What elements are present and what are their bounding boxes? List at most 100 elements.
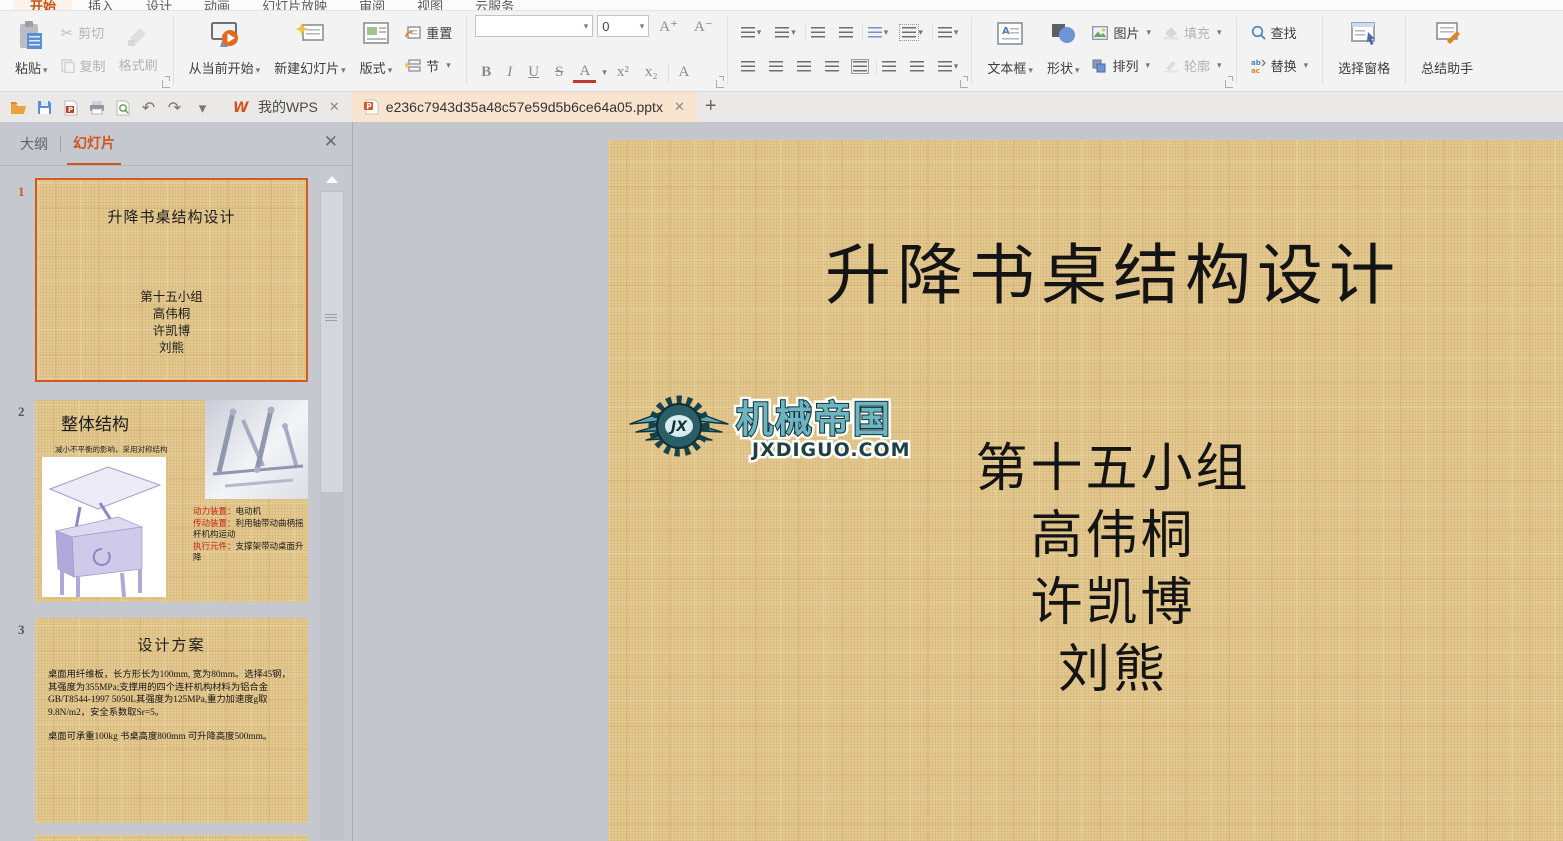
text-direction-button[interactable]: ▾ [862,24,894,41]
increase-indent-button[interactable] [834,24,858,41]
play-from-current-button[interactable]: 从当前开始▾ [182,17,268,81]
dropdown-arrow-icon: ▾ [341,65,346,75]
tab-cloud[interactable]: 云服务 [459,0,530,11]
tab-home[interactable]: 开始 [14,0,72,11]
slide-3-thumbnail[interactable]: 设计方案 桌面用纤维板，长方形长为100mm, 宽为80mm。选择45钢，其强度… [35,618,308,823]
wps-logo-icon: W [233,100,251,114]
print-icon[interactable] [88,99,105,116]
outline-pen-icon [1163,59,1179,73]
section-button[interactable]: 节▾ [399,53,458,78]
scroll-up-arrow[interactable] [320,168,344,191]
undo-icon[interactable]: ↶ [140,99,157,116]
decrease-indent-button[interactable] [805,24,830,41]
distribute-button[interactable] [848,58,872,75]
redo-icon[interactable]: ↷ [166,99,183,116]
find-button[interactable]: 查找 [1245,20,1315,45]
superscript-button[interactable]: x² [611,63,635,82]
home-tab-wps[interactable]: W 我的WPS ✕ [221,92,352,122]
slide-title-text[interactable]: 升降书桌结构设计 [608,222,1563,318]
new-slide-icon [295,21,325,49]
picture-button[interactable]: 图片▾ [1086,20,1157,45]
grow-font-button[interactable]: A⁺ [653,16,684,37]
font-dialog-launcher[interactable] [716,80,724,88]
tab-slideshow[interactable]: 幻灯片放映 [246,0,343,11]
slide-layout-button[interactable]: 版式▾ [353,17,400,81]
strikethrough-button[interactable]: S [549,63,569,82]
align-left-button[interactable] [736,58,760,75]
pptx-file-icon: P [364,99,379,115]
slide-layout-icon [362,21,390,47]
panel-scrollbar[interactable] [320,168,344,840]
character-spacing-button[interactable]: ▾ [932,24,964,41]
quick-access-toolbar: P ↶ ↷ ▾ [0,99,221,122]
justify-button[interactable] [820,58,844,75]
new-tab-button[interactable]: + [697,95,729,122]
align-right-button[interactable] [792,58,816,75]
document-tab-active[interactable]: P e236c7943d35a48c57e59d5b6ce64a05.pptx … [352,92,697,122]
align-left-icon [741,61,755,72]
tab-view[interactable]: 视图 [401,0,459,11]
tab-design[interactable]: 设计 [130,0,188,11]
open-folder-icon[interactable] [10,99,27,116]
svg-text:ac: ac [1251,67,1260,73]
close-tab-icon[interactable]: ✕ [329,99,340,115]
subscript-button[interactable]: x₂ [639,63,664,82]
character-spacing-icon [938,27,952,38]
outline-tab[interactable]: 大纲 [14,124,54,164]
reset-slide-button[interactable]: 重置 [399,20,458,45]
tab-review[interactable]: 审阅 [343,0,401,11]
save-icon[interactable] [36,99,53,116]
text-box-button[interactable]: A 文本框▾ [980,17,1040,81]
font-name-combobox[interactable]: ▾ [475,15,593,37]
bold-button[interactable]: B [475,63,497,82]
fill-button[interactable]: 填充▾ [1157,20,1228,45]
paste-button[interactable]: 粘贴▾ [8,17,55,81]
align-center-button[interactable] [764,58,788,75]
clear-format-button[interactable]: A [668,63,696,82]
current-slide[interactable]: 升降书桌结构设计 JX [608,140,1563,841]
reset-icon [405,25,421,40]
font-size-combobox[interactable]: 0▾ [597,15,649,37]
copy-button[interactable]: 复制 [55,53,112,78]
thumb-3-body: 桌面用纤维板，长方形长为100mm, 宽为80mm。选择45钢，其强度为355M… [48,669,296,744]
cut-button[interactable]: ✂剪切 [55,20,112,45]
text-box-border-button[interactable]: ▾ [897,24,928,41]
dropdown-arrow-icon: ▾ [757,27,762,38]
export-pdf-icon[interactable]: P [62,99,79,116]
numbering-button[interactable]: ▾ [770,24,801,41]
selection-pane-button[interactable]: 选择窗格 [1331,17,1397,81]
line-spacing-button[interactable] [876,58,901,75]
paragraph-spacing-button[interactable] [905,58,929,75]
drawing-dialog-launcher[interactable] [1225,80,1233,88]
format-painter-button[interactable]: 格式刷 [112,20,165,78]
summary-assistant-button[interactable]: 总结助手 [1414,17,1480,81]
underline-button[interactable]: U [522,63,545,82]
slide-names-text[interactable]: 第十五小组 高伟桐 许凯博 刘熊 [608,436,1563,704]
tab-insert[interactable]: 插入 [72,0,130,11]
tab-animation[interactable]: 动画 [188,0,246,11]
dropdown-arrow-icon: ▾ [584,21,589,32]
paragraph-dialog-launcher[interactable] [960,80,968,88]
arrange-button[interactable]: 排列▾ [1086,53,1157,78]
paragraph-settings-icon [938,61,952,72]
print-preview-icon[interactable] [114,99,131,116]
italic-button[interactable]: I [501,63,518,82]
replace-button[interactable]: ab ac 替换▾ [1245,53,1315,78]
format-painter-icon [126,24,150,48]
shapes-button[interactable]: 形状▾ [1040,17,1087,81]
shrink-font-button[interactable]: A⁻ [688,16,719,37]
scrollbar-thumb[interactable] [321,192,343,492]
bullets-button[interactable]: ▾ [736,24,767,41]
new-slide-button[interactable]: 新建幻灯片▾ [267,17,353,81]
close-panel-icon[interactable]: ✕ [324,132,338,152]
slide-4-thumbnail-partial[interactable] [35,835,308,841]
slide-2-thumbnail[interactable]: 整体结构 减小不平衡的影响，采用对称结构 [35,400,308,602]
paragraph-settings-button[interactable]: ▾ [933,58,964,75]
font-color-button[interactable]: A [573,62,596,83]
outline-button[interactable]: 轮廓▾ [1157,53,1228,78]
slide-1-thumbnail[interactable]: 升降书桌结构设计 第十五小组 高伟桐 许凯博 刘熊 [35,178,308,382]
slides-tab[interactable]: 幻灯片 [67,123,121,165]
customize-toolbar-arrow-icon[interactable]: ▾ [194,99,211,116]
close-tab-icon[interactable]: ✕ [674,99,685,115]
clipboard-dialog-launcher[interactable] [162,80,170,88]
